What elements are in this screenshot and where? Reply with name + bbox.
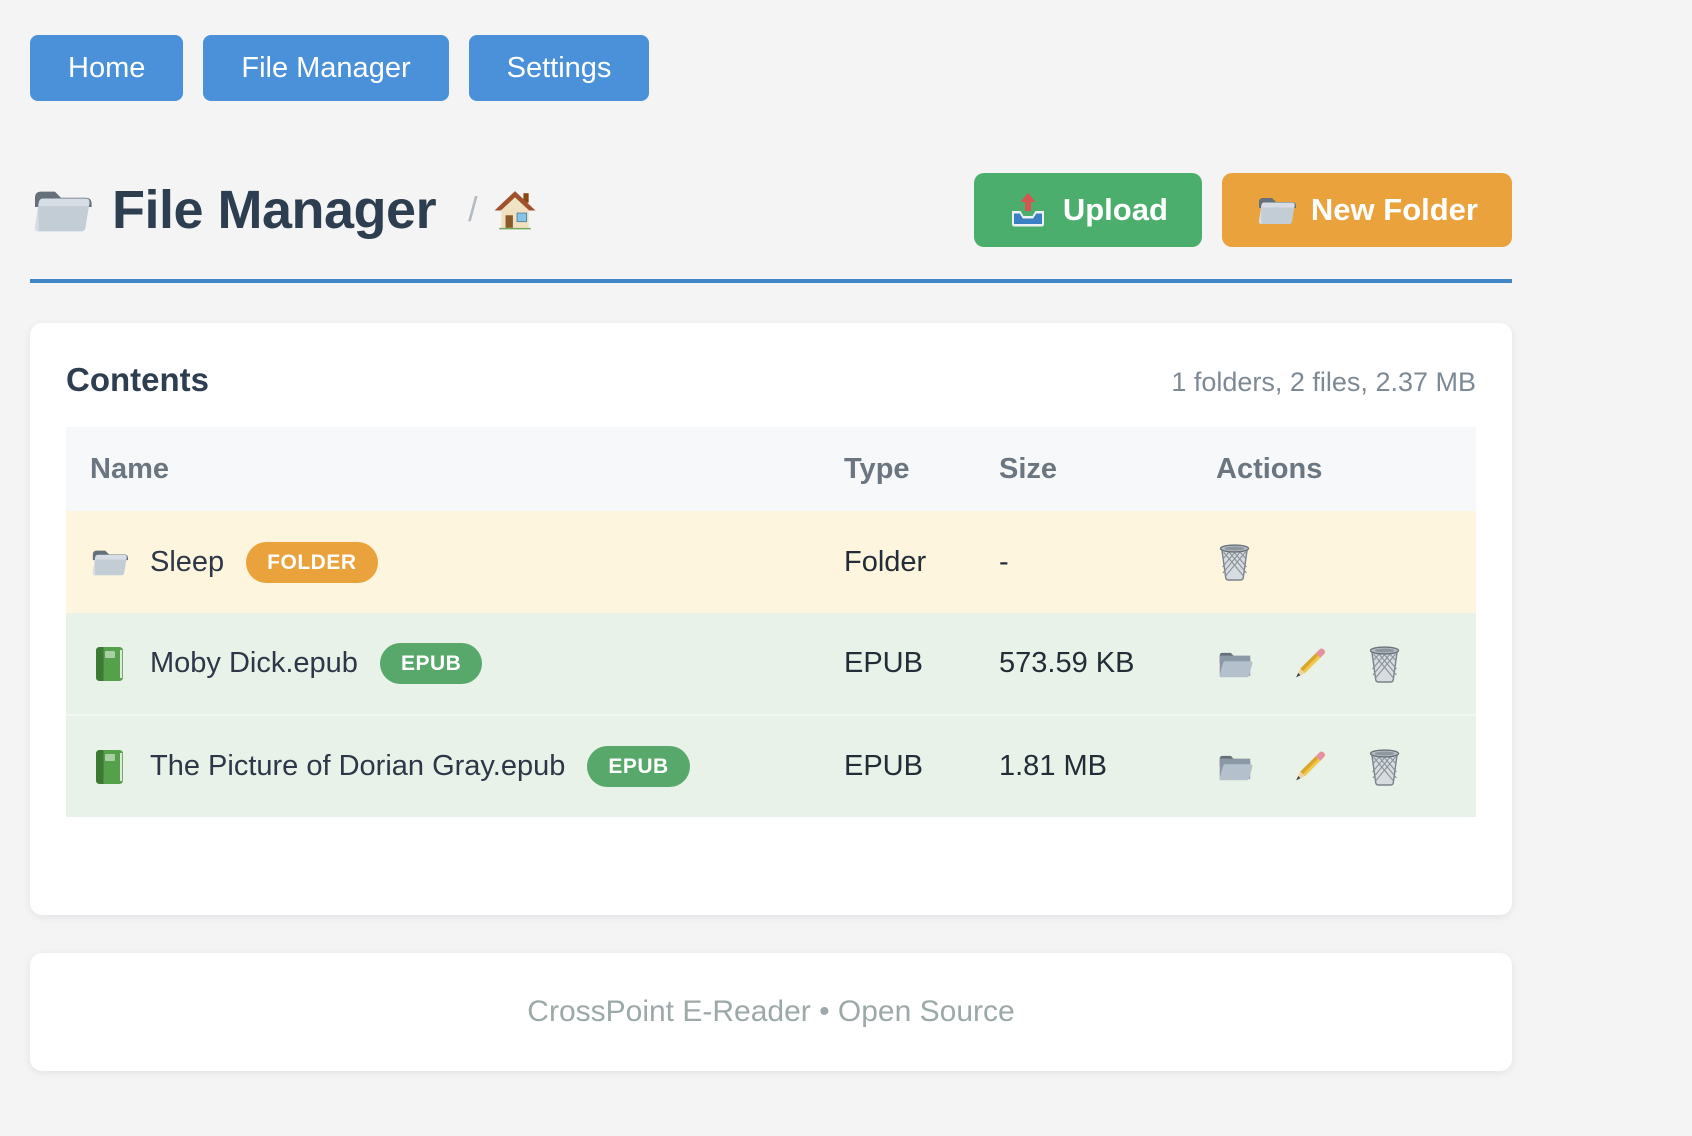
delete-icon[interactable] <box>1366 645 1403 683</box>
page: Home File Manager Settings File Manager … <box>30 0 1512 1071</box>
upload-button[interactable]: Upload <box>974 173 1202 247</box>
top-nav: Home File Manager Settings <box>30 35 1512 101</box>
folder-name-link[interactable]: Sleep FOLDER <box>90 542 820 583</box>
folder-icon <box>90 543 128 581</box>
move-icon[interactable] <box>1216 748 1253 786</box>
table-header-row: Name Type Size Actions <box>66 427 1476 511</box>
item-name: Moby Dick.epub <box>150 647 358 680</box>
nav-button-file-manager[interactable]: File Manager <box>203 35 448 101</box>
item-type: EPUB <box>820 715 975 817</box>
column-header-name: Name <box>66 427 820 511</box>
book-icon <box>90 748 128 786</box>
nav-button-home[interactable]: Home <box>30 35 183 101</box>
folder-icon <box>30 184 92 236</box>
item-size: 1.81 MB <box>975 715 1192 817</box>
page-title: File Manager <box>112 179 436 241</box>
contents-title: Contents <box>66 361 209 399</box>
column-header-size: Size <box>975 427 1192 511</box>
breadcrumb-separator: / <box>468 191 477 230</box>
upload-icon <box>1008 191 1048 229</box>
item-type: EPUB <box>820 613 975 715</box>
nav-button-settings[interactable]: Settings <box>469 35 650 101</box>
file-name-link[interactable]: The Picture of Dorian Gray.epub EPUB <box>90 746 820 787</box>
table-row: Moby Dick.epub EPUB EPUB 573.59 KB <box>66 613 1476 715</box>
table-row: The Picture of Dorian Gray.epub EPUB EPU… <box>66 715 1476 817</box>
row-actions <box>1216 543 1476 581</box>
row-actions <box>1216 645 1476 683</box>
breadcrumb: / <box>468 190 535 230</box>
footer: CrossPoint E-Reader • Open Source <box>30 953 1512 1071</box>
contents-summary: 1 folders, 2 files, 2.37 MB <box>1171 367 1476 398</box>
file-table: Name Type Size Actions Sleep FOLDER F <box>66 427 1476 817</box>
column-header-type: Type <box>820 427 975 511</box>
epub-badge: EPUB <box>380 643 482 684</box>
book-icon <box>90 645 128 683</box>
contents-card: Contents 1 folders, 2 files, 2.37 MB Nam… <box>30 323 1512 915</box>
page-header: File Manager / Upload New Folder <box>30 173 1512 247</box>
delete-icon[interactable] <box>1366 748 1403 786</box>
page-title-group: File Manager <box>30 179 436 241</box>
edit-icon[interactable] <box>1291 748 1328 786</box>
delete-icon[interactable] <box>1216 543 1253 581</box>
row-actions <box>1216 748 1476 786</box>
upload-button-label: Upload <box>1063 192 1168 228</box>
item-type: Folder <box>820 511 975 613</box>
header-divider <box>30 279 1512 283</box>
footer-text: CrossPoint E-Reader • Open Source <box>527 995 1014 1029</box>
file-name-link[interactable]: Moby Dick.epub EPUB <box>90 643 820 684</box>
move-icon[interactable] <box>1216 645 1253 683</box>
item-name: Sleep <box>150 546 224 579</box>
folder-badge: FOLDER <box>246 542 377 583</box>
item-name: The Picture of Dorian Gray.epub <box>150 750 565 783</box>
table-row: Sleep FOLDER Folder - <box>66 511 1476 613</box>
header-actions: Upload New Folder <box>974 173 1512 247</box>
folder-icon <box>1256 191 1296 229</box>
item-size: - <box>975 511 1192 613</box>
new-folder-button-label: New Folder <box>1311 192 1478 228</box>
column-header-actions: Actions <box>1192 427 1476 511</box>
new-folder-button[interactable]: New Folder <box>1222 173 1512 247</box>
epub-badge: EPUB <box>587 746 689 787</box>
edit-icon[interactable] <box>1291 645 1328 683</box>
home-icon[interactable] <box>494 190 536 230</box>
contents-card-header: Contents 1 folders, 2 files, 2.37 MB <box>66 361 1476 399</box>
item-size: 573.59 KB <box>975 613 1192 715</box>
